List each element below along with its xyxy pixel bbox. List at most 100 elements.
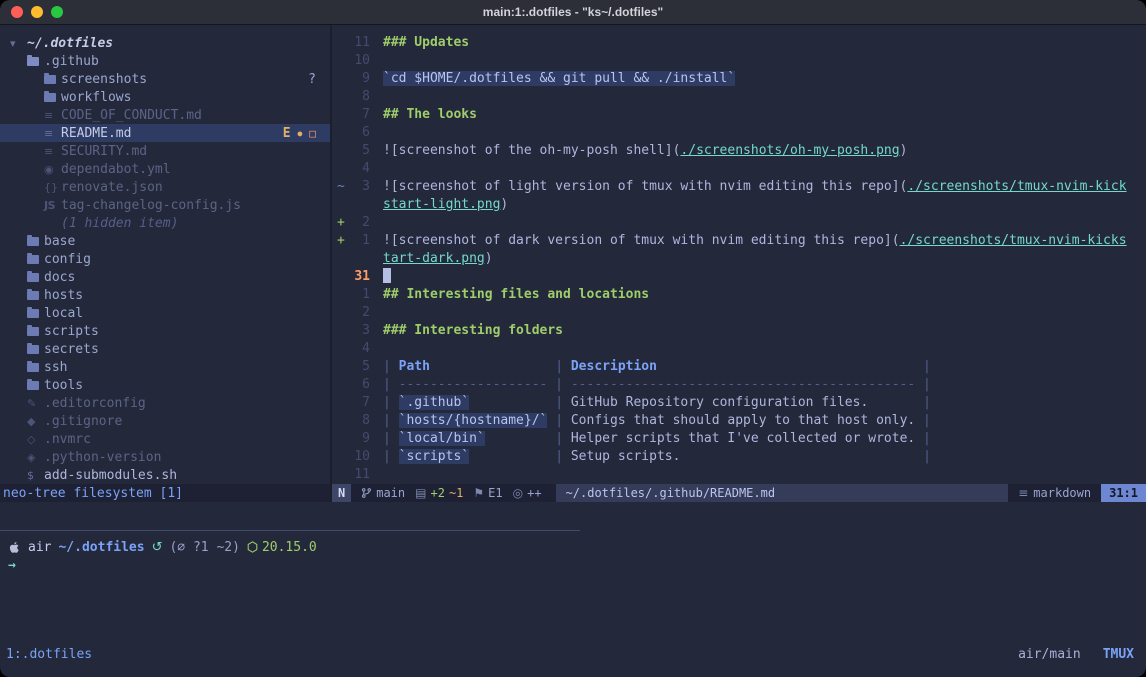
editor-line[interactable]: 3### Interesting folders: [332, 322, 1146, 340]
editor-text-segment: start-light.png: [383, 197, 500, 212]
tree-item-nvmrc[interactable]: ◇.nvmrc: [0, 430, 330, 448]
tree-item-label: dependabot.yml: [61, 162, 171, 177]
line-number: 7: [346, 106, 370, 124]
tree-item-scripts[interactable]: scripts: [0, 322, 330, 340]
line-number: 6: [346, 376, 370, 394]
tree-item-label: .editorconfig: [44, 396, 146, 411]
tree-item-readme-md[interactable]: ≡README.mdE●□: [0, 124, 330, 142]
git-diff-segment: ▤ +2 ~1: [415, 486, 463, 500]
editor-text-segment: Configs that should apply to that host o…: [571, 413, 915, 428]
tmux-window-tab[interactable]: 1:.dotfiles: [6, 647, 92, 662]
editor-line[interactable]: 4: [332, 340, 1146, 358]
git-branch-icon: [361, 487, 372, 499]
tree-item-label: secrets: [44, 342, 99, 357]
file-path: ~/.dotfiles/.github/README.md: [556, 484, 1009, 502]
tree-item-renovate-json[interactable]: {}renovate.json: [0, 178, 330, 196]
editor-line[interactable]: 2: [332, 304, 1146, 322]
tree-item-base[interactable]: base: [0, 232, 330, 250]
editor-line[interactable]: 10| `scripts` | Setup scripts. |: [332, 448, 1146, 466]
editor-pane: 11### Updates 10 9`cd $HOME/.dotfiles &&…: [332, 25, 1146, 502]
git-icon: ◆: [27, 415, 44, 428]
tree-item-screenshots[interactable]: screenshots?: [0, 70, 330, 88]
tree-item-tag-changelog-config-js[interactable]: JStag-changelog-config.js: [0, 196, 330, 214]
editor-text-segment: Path: [399, 359, 430, 374]
tree-item-label: workflows: [61, 90, 131, 105]
editor-line[interactable]: 7| `.github` | GitHub Repository configu…: [332, 394, 1146, 412]
editor-text-segment: ### Updates: [383, 35, 469, 50]
shell-input-line[interactable]: →: [8, 556, 1146, 574]
editor-buffer[interactable]: 11### Updates 10 9`cd $HOME/.dotfiles &&…: [332, 25, 1146, 484]
editor-line[interactable]: 9| `local/bin` | Helper scripts that I'v…: [332, 430, 1146, 448]
editor-text-segment: Setup scripts.: [571, 449, 681, 464]
tree-item-local[interactable]: local: [0, 304, 330, 322]
tree-item-hosts[interactable]: hosts: [0, 286, 330, 304]
tree-item-dotfiles[interactable]: ▾~/.dotfiles: [0, 34, 330, 52]
diff-added: +2: [430, 486, 444, 500]
editor-text-segment: ./screenshots/tmux-nvim-kicks: [900, 233, 1127, 248]
zoom-button[interactable]: [51, 6, 63, 18]
tree-item-badges: ?: [308, 72, 330, 87]
tree-item-label: .python-version: [44, 450, 161, 465]
tree-item-label: renovate.json: [61, 180, 163, 195]
tree-item-dependabot-yml[interactable]: ◉dependabot.yml: [0, 160, 330, 178]
tree-item-1-hidden-item[interactable]: (1 hidden item): [0, 214, 330, 232]
editor-line[interactable]: 4: [332, 160, 1146, 178]
gutter-sign: +: [332, 232, 346, 250]
terminal-shell[interactable]: air ~/.dotfiles ↺ (⌀ ?1 ~2) 20.15.0 →: [0, 531, 1146, 574]
line-number: 7: [346, 394, 370, 412]
tree-item-docs[interactable]: docs: [0, 268, 330, 286]
tree-item-tools[interactable]: tools: [0, 376, 330, 394]
editor-text-segment: |: [383, 449, 399, 464]
tree-item-github[interactable]: .github: [0, 52, 330, 70]
tree-item-security-md[interactable]: ≡SECURITY.md: [0, 142, 330, 160]
editor-line[interactable]: 10: [332, 52, 1146, 70]
folder-icon: [27, 255, 44, 264]
editor-line[interactable]: +2: [332, 214, 1146, 232]
tree-item-add-submodules-sh[interactable]: $add-submodules.sh: [0, 466, 330, 484]
gutter-sign: [332, 286, 346, 304]
tree-item-gitignore[interactable]: ◆.gitignore: [0, 412, 330, 430]
editor-line[interactable]: 7## The looks: [332, 106, 1146, 124]
file-tree[interactable]: ▾~/.dotfiles.githubscreenshots? workflows…: [0, 25, 330, 484]
tree-item-python-version[interactable]: ◈.python-version: [0, 448, 330, 466]
editor-line[interactable]: start-light.png): [332, 196, 1146, 214]
gutter-sign: [332, 88, 346, 106]
editor-line[interactable]: +1![screenshot of dark version of tmux w…: [332, 232, 1146, 250]
tree-item-config[interactable]: config: [0, 250, 330, 268]
folder-icon: [44, 75, 61, 84]
editor-line[interactable]: 5![screenshot of the oh-my-posh shell](.…: [332, 142, 1146, 160]
tree-item-workflows[interactable]: workflows: [0, 88, 330, 106]
minimize-button[interactable]: [31, 6, 43, 18]
gutter-sign: [332, 448, 346, 466]
gutter-sign: [332, 340, 346, 358]
line-number: 8: [346, 412, 370, 430]
badge: E: [283, 126, 291, 141]
editor-line[interactable]: ~3![screenshot of light version of tmux …: [332, 178, 1146, 196]
editor-line[interactable]: 6| ------------------- | ---------------…: [332, 376, 1146, 394]
editor-text-segment: ): [900, 143, 908, 158]
editor-text-segment: `cd $HOME/.dotfiles && git pull && ./ins…: [383, 71, 735, 86]
editor-text-segment: ![screenshot of the oh-my-posh shell](: [383, 143, 680, 158]
tree-item-label: base: [44, 234, 75, 249]
badge: □: [309, 127, 316, 140]
editor-line[interactable]: 9`cd $HOME/.dotfiles && git pull && ./in…: [332, 70, 1146, 88]
editor-line[interactable]: tart-dark.png): [332, 250, 1146, 268]
editor-text-segment: |: [915, 413, 931, 428]
editor-line[interactable]: 6: [332, 124, 1146, 142]
editor-line[interactable]: 8: [332, 88, 1146, 106]
close-button[interactable]: [11, 6, 23, 18]
editor-text-segment: |: [868, 395, 931, 410]
editor-line[interactable]: 8| `hosts/{hostname}/` | Configs that sh…: [332, 412, 1146, 430]
editor-line[interactable]: 31: [332, 268, 1146, 286]
tree-item-ssh[interactable]: ssh: [0, 358, 330, 376]
editor-line[interactable]: 11### Updates: [332, 34, 1146, 52]
editor-line[interactable]: 1## Interesting files and locations: [332, 286, 1146, 304]
editor-line[interactable]: 11: [332, 466, 1146, 484]
tree-item-label: ssh: [44, 360, 67, 375]
editor-line[interactable]: 5| Path | Description |: [332, 358, 1146, 376]
editor-text-segment: |: [430, 359, 571, 374]
tree-item-editorconfig[interactable]: ✎.editorconfig: [0, 394, 330, 412]
tree-item-code-of-conduct-md[interactable]: ≡CODE_OF_CONDUCT.md: [0, 106, 330, 124]
tmux-status-bar: 1:.dotfiles air/main TMUX: [6, 645, 1134, 663]
tree-item-secrets[interactable]: secrets: [0, 340, 330, 358]
